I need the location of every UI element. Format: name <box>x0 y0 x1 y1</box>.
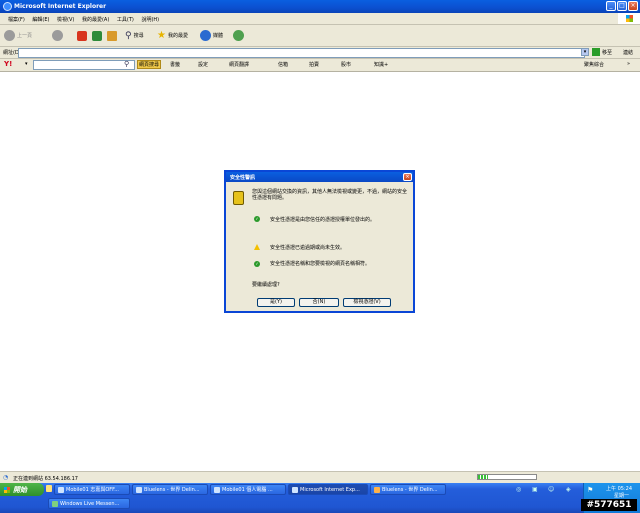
media-button[interactable]: 媒體 <box>200 29 223 42</box>
minimize-button[interactable]: _ <box>606 1 616 11</box>
tray-up-icon[interactable]: ◎ <box>516 486 521 493</box>
menu-bar: 檔案(F) 編輯(E) 檢視(V) 我的最愛(A) 工具(T) 說明(H) <box>0 13 640 25</box>
progress-bar <box>477 474 537 480</box>
dialog-intro: 您與這個網站交換的資訊，其他人無法檢視或變更，不過，網站的安全性憑證有問題。 <box>252 189 408 201</box>
yahoo-search-icon[interactable]: ⚲ <box>124 60 129 68</box>
back-arrow-icon <box>4 30 15 41</box>
history-icon <box>233 30 244 41</box>
messenger-tray-icon[interactable]: ☺ <box>548 486 554 493</box>
home-button[interactable] <box>107 29 117 42</box>
go-button[interactable]: 移至 <box>592 47 612 57</box>
padlock-icon <box>233 191 244 205</box>
dialog-item-1: 安全性憑證是由您信任的憑證授權單位發出的。 <box>270 217 376 223</box>
taskbar-item-1[interactable]: Mobile01 志嘉與OFF... <box>54 484 130 495</box>
window-icon <box>374 486 380 493</box>
menu-edit[interactable]: 編輯(E) <box>32 17 49 23</box>
yahoo-mail[interactable]: 信箱 <box>278 61 288 68</box>
yahoo-web-search-button[interactable]: 網頁搜尋 <box>137 60 162 69</box>
volume-icon[interactable]: ◈ <box>566 486 571 493</box>
window-title: Microsoft Internet Explorer <box>14 3 107 10</box>
taskbar-item-2[interactable]: Bluelens - 世界 Delin... <box>132 484 208 495</box>
back-button[interactable]: 上一頁 <box>4 29 32 42</box>
title-bar: Microsoft Internet Explorer _ □ × <box>0 0 640 13</box>
go-arrow-icon <box>592 48 600 56</box>
window-icon <box>58 486 64 493</box>
taskbar-item-3[interactable]: Mobile01 個人電腦 ... <box>210 484 286 495</box>
refresh-icon <box>92 30 102 41</box>
yahoo-knowledge[interactable]: 知識+ <box>374 61 388 68</box>
view-certificate-button[interactable]: 檢視憑證(V) <box>343 298 391 307</box>
clock[interactable]: 上午 05:24 <box>606 485 632 492</box>
watermark: #577651 <box>581 499 637 511</box>
windows-logo-icon <box>618 13 640 24</box>
dialog-title: 安全性警訊 <box>230 175 256 181</box>
windows-flag-icon <box>4 486 10 493</box>
menu-file[interactable]: 檔案(F) <box>8 17 25 23</box>
menu-tools[interactable]: 工具(T) <box>117 17 134 23</box>
yahoo-menu-icon[interactable]: ▾ <box>25 61 28 67</box>
network-icon[interactable]: ▣ <box>532 486 538 493</box>
menu-view[interactable]: 檢視(V) <box>57 17 74 23</box>
yahoo-translate[interactable]: 網頁翻譯 <box>229 61 249 68</box>
star-icon: ★ <box>157 30 166 41</box>
dialog-close-button[interactable]: × <box>403 173 412 181</box>
media-icon <box>200 30 211 41</box>
close-button[interactable]: × <box>628 1 638 11</box>
dialog-item-2: 安全性憑證已逾過期或尚未生效。 <box>270 245 346 251</box>
warning-icon <box>254 244 260 250</box>
clock-day: 星期一 <box>614 493 630 499</box>
stop-button[interactable] <box>77 29 87 42</box>
yahoo-settings[interactable]: 設定 <box>198 61 208 68</box>
taskbar: 開始 Mobile01 志嘉與OFF... Bluelens - 世界 Deli… <box>0 483 640 513</box>
yahoo-toolbar: Y! ▾ ⚲ 網頁搜尋 書籤 設定 網頁翻譯 信箱 拍賣 股市 知識+ 聚焦綜合… <box>0 59 640 72</box>
status-text: 正在連到網站 63.54.186.17 <box>13 476 78 482</box>
window-icon <box>292 486 298 493</box>
taskbar-item-4[interactable]: Microsoft Internet Exp... <box>288 484 368 495</box>
yahoo-auction[interactable]: 拍賣 <box>309 61 319 68</box>
dialog-item-3: 安全性憑證名稱和您要檢視的網頁名稱相符。 <box>270 261 371 267</box>
yahoo-finance[interactable]: 股市 <box>341 61 351 68</box>
address-input[interactable] <box>18 48 585 58</box>
maximize-button[interactable]: □ <box>617 1 627 11</box>
links-label[interactable]: 連結 <box>623 49 633 56</box>
yahoo-bookmarks[interactable]: 書籤 <box>170 61 180 68</box>
taskbar-item-5[interactable]: Bluelens - 世界 Delin... <box>370 484 446 495</box>
no-button[interactable]: 否(N) <box>299 298 339 307</box>
taskbar-item-6[interactable]: Windows Live Messen... <box>48 498 130 509</box>
address-dropdown-icon[interactable]: ▾ <box>581 48 589 56</box>
dialog-title-bar: 安全性警訊 × <box>226 172 413 182</box>
refresh-button[interactable] <box>92 29 102 42</box>
messenger-icon <box>52 500 58 507</box>
yes-button[interactable]: 是(Y) <box>257 298 295 307</box>
forward-button[interactable] <box>52 29 63 42</box>
tray-flag-icon[interactable]: ⚑ <box>587 486 593 494</box>
ie-icon <box>3 2 12 11</box>
home-icon <box>107 30 117 41</box>
loading-icon: ◔ <box>3 474 9 481</box>
security-alert-dialog: 安全性警訊 × 您與這個網站交換的資訊，其他人無法檢視或變更，不過，網站的安全性… <box>224 170 415 313</box>
forward-arrow-icon <box>52 30 63 41</box>
menu-favorites[interactable]: 我的最愛(A) <box>82 17 109 23</box>
stop-icon <box>77 30 87 41</box>
search-icon: ⚲ <box>125 30 132 41</box>
check-icon: ✓ <box>254 216 260 222</box>
check-icon: ✓ <box>254 261 260 267</box>
quick-launch-icon[interactable] <box>46 485 52 492</box>
history-button[interactable] <box>233 29 244 42</box>
window-icon <box>214 486 220 493</box>
yahoo-personal[interactable]: 聚焦綜合 <box>584 61 604 68</box>
yahoo-logo[interactable]: Y! <box>4 60 12 68</box>
yahoo-search-input[interactable] <box>33 60 135 70</box>
start-button[interactable]: 開始 <box>0 483 44 496</box>
window-icon <box>136 486 142 493</box>
standard-toolbar: 上一頁 ⚲ 搜尋 ★ 我的最愛 媒體 <box>0 25 640 47</box>
favorites-button[interactable]: ★ 我的最愛 <box>157 29 188 42</box>
yahoo-more-icon[interactable]: » <box>627 61 630 67</box>
dialog-question: 要繼續處理? <box>252 282 280 288</box>
address-bar: 網址(D) ▾ 移至 連結 <box>0 47 640 59</box>
search-button[interactable]: ⚲ 搜尋 <box>125 29 144 42</box>
menu-help[interactable]: 說明(H) <box>141 17 159 23</box>
